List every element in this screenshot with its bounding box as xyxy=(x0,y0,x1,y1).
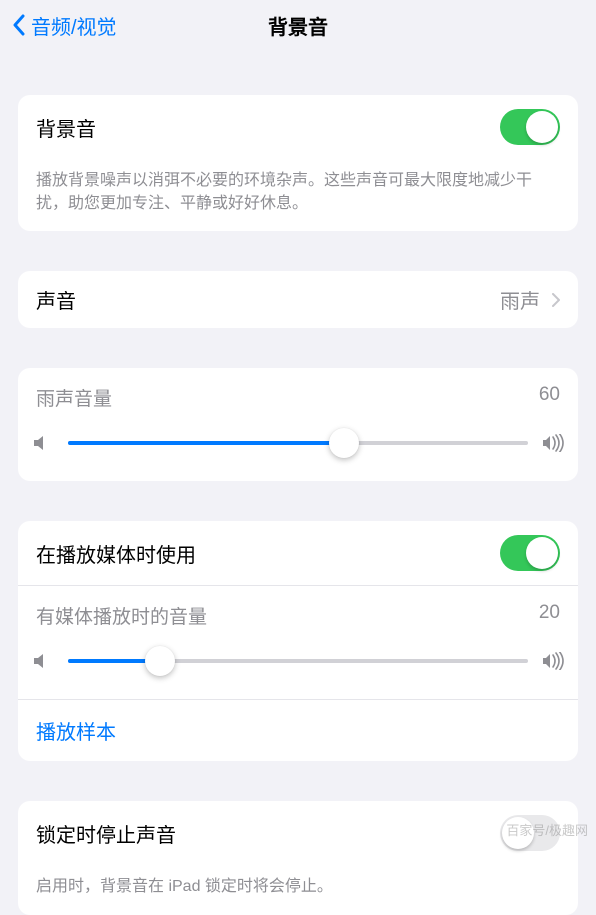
stop-on-lock-desc: 启用时，背景音在 iPad 锁定时将会停止。 xyxy=(18,865,578,914)
sound-select-group: 声音 雨声 xyxy=(18,271,578,328)
use-with-media-label: 在播放媒体时使用 xyxy=(36,539,196,568)
rain-volume-slider-row xyxy=(18,421,578,481)
page-title: 背景音 xyxy=(268,11,328,40)
volume-high-icon xyxy=(542,652,564,670)
sound-label: 声音 xyxy=(36,285,76,314)
play-sample-button[interactable]: 播放样本 xyxy=(18,699,578,761)
rain-volume-value: 60 xyxy=(539,384,560,411)
media-volume-slider[interactable] xyxy=(68,647,528,675)
media-volume-header: 有媒体播放时的音量 20 xyxy=(18,585,578,639)
watermark: 百家号/极趣网 xyxy=(506,820,588,839)
back-button[interactable]: 音频/视觉 xyxy=(12,11,117,40)
rain-volume-header: 雨声音量 60 xyxy=(18,368,578,421)
background-sound-label: 背景音 xyxy=(36,113,96,142)
back-label: 音频/视觉 xyxy=(31,11,117,40)
chevron-right-icon xyxy=(552,293,560,307)
volume-low-icon xyxy=(32,434,54,452)
lock-group: 锁定时停止声音 启用时，背景音在 iPad 锁定时将会停止。 xyxy=(18,801,578,914)
media-volume-slider-row xyxy=(18,639,578,699)
rain-volume-group: 雨声音量 60 xyxy=(18,368,578,481)
rain-volume-label: 雨声音量 xyxy=(36,384,112,411)
sound-value: 雨声 xyxy=(500,285,540,314)
background-sound-toggle-row: 背景音 xyxy=(18,95,578,159)
rain-volume-slider[interactable] xyxy=(68,429,528,457)
volume-low-icon xyxy=(32,652,54,670)
chevron-left-icon xyxy=(12,14,25,36)
use-with-media-toggle[interactable] xyxy=(500,535,560,571)
background-sound-toggle[interactable] xyxy=(500,109,560,145)
media-volume-value: 20 xyxy=(539,602,560,629)
nav-header: 音频/视觉 背景音 xyxy=(0,0,596,50)
media-volume-label: 有媒体播放时的音量 xyxy=(36,602,207,629)
sound-select-row[interactable]: 声音 雨声 xyxy=(18,271,578,328)
stop-on-lock-label: 锁定时停止声音 xyxy=(36,819,176,848)
background-sound-desc: 播放背景噪声以消弭不必要的环境杂声。这些声音可最大限度地减少干扰，助您更加专注、… xyxy=(18,159,578,231)
background-sound-group: 背景音 播放背景噪声以消弭不必要的环境杂声。这些声音可最大限度地减少干扰，助您更… xyxy=(18,95,578,231)
volume-high-icon xyxy=(542,434,564,452)
use-with-media-row: 在播放媒体时使用 xyxy=(18,521,578,585)
media-group: 在播放媒体时使用 有媒体播放时的音量 20 播放样本 xyxy=(18,521,578,761)
stop-on-lock-row: 锁定时停止声音 xyxy=(18,801,578,865)
